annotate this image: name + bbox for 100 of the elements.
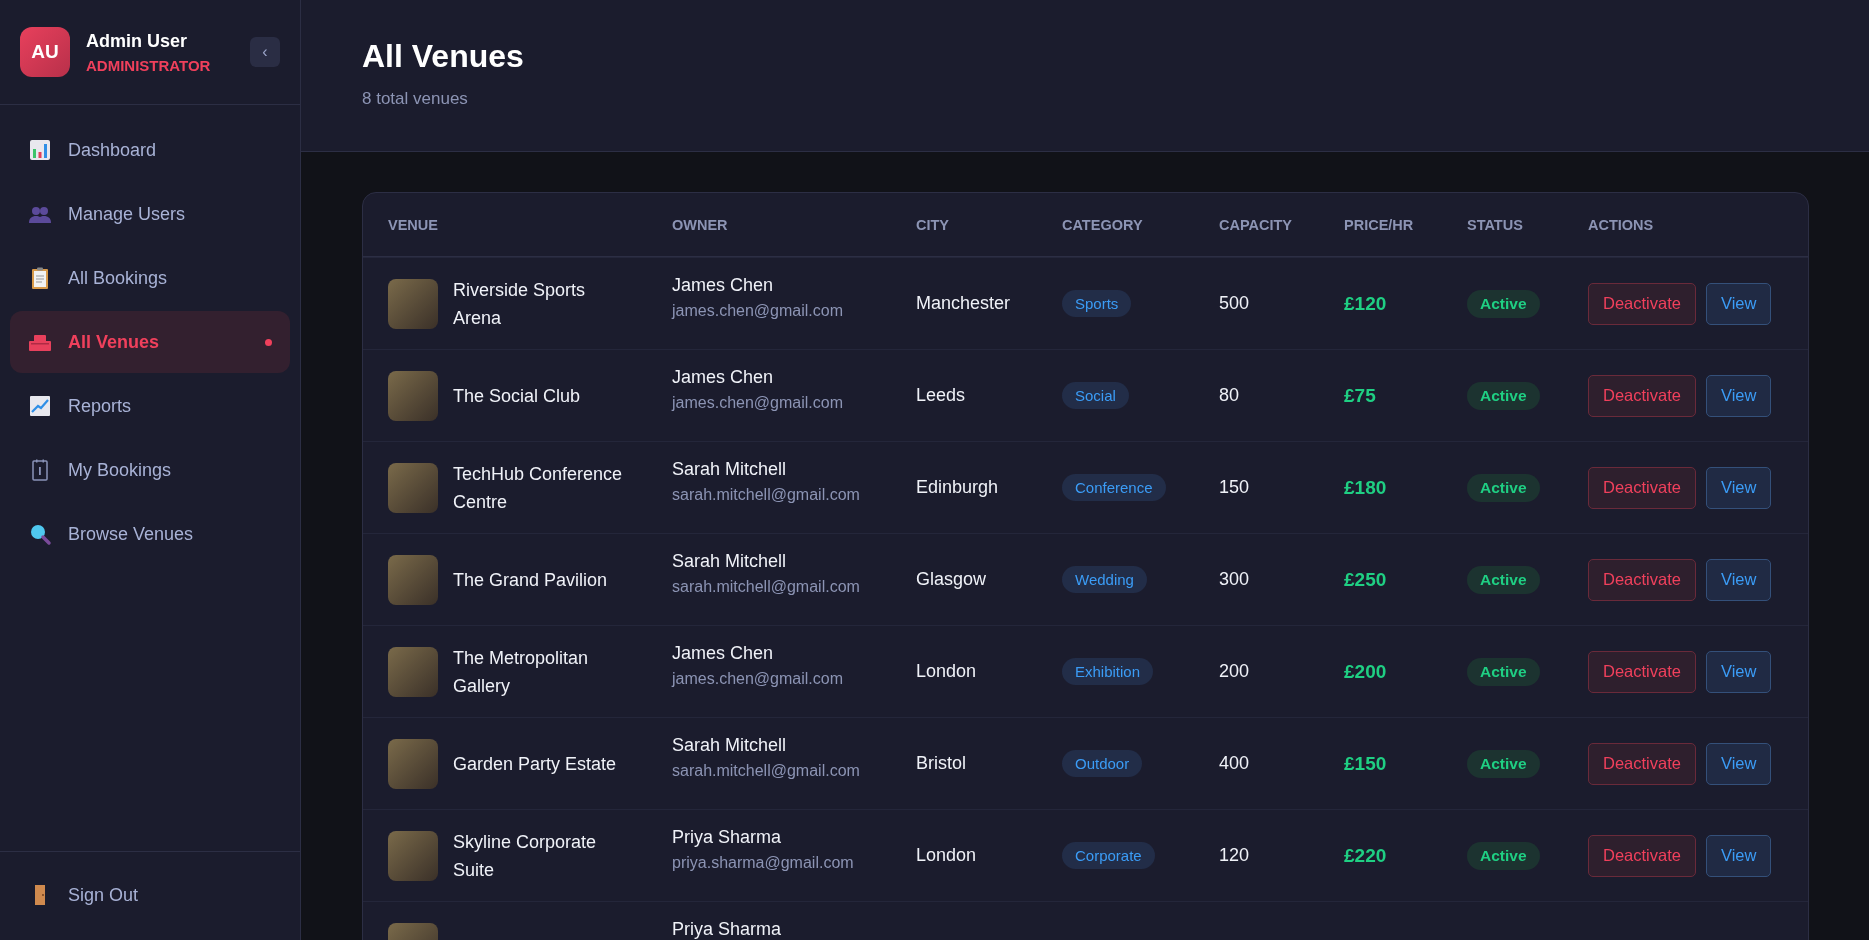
city: Bristol bbox=[916, 753, 966, 773]
photo-placeholder bbox=[388, 370, 438, 421]
deactivate-button[interactable]: Deactivate bbox=[1588, 742, 1696, 785]
column-header: CAPACITY bbox=[1219, 216, 1294, 233]
sign-out-link[interactable]: Sign Out bbox=[10, 864, 290, 926]
avatar: AU bbox=[20, 27, 70, 77]
status-tag: Active bbox=[1467, 289, 1540, 318]
city: Glasgow bbox=[916, 569, 987, 589]
owner-name: Sarah Mitchell bbox=[672, 458, 788, 480]
capacity: 500 bbox=[1219, 293, 1250, 313]
city: London bbox=[916, 845, 977, 865]
nav-item[interactable]: Dashboard bbox=[10, 119, 290, 181]
active-dot bbox=[265, 338, 272, 346]
owner-name: Sarah Mitchell bbox=[672, 734, 788, 756]
capacity: 300 bbox=[1219, 569, 1250, 589]
photo-placeholder bbox=[388, 278, 438, 329]
photo-placeholder bbox=[388, 738, 438, 789]
deactivate-button[interactable]: Deactivate bbox=[1588, 282, 1696, 325]
city: London bbox=[916, 661, 977, 681]
owner-email: james.chen@gmail.com bbox=[672, 393, 844, 412]
nav-item[interactable]: My Bookings bbox=[10, 439, 290, 501]
column-header: STATUS bbox=[1467, 216, 1524, 233]
photo-placeholder bbox=[388, 554, 438, 605]
status-tag: Active bbox=[1467, 841, 1540, 870]
capacity: 150 bbox=[1219, 477, 1250, 497]
venue-name: The Metropolitan Gallery bbox=[453, 646, 590, 698]
city: Leeds bbox=[916, 385, 966, 405]
nav-item[interactable]: All Venues bbox=[10, 311, 290, 373]
view-button[interactable]: View bbox=[1705, 558, 1772, 601]
category-tag: Corporate bbox=[1062, 842, 1155, 869]
view-button[interactable]: View bbox=[1705, 374, 1772, 417]
price: £250 bbox=[1344, 568, 1387, 590]
nav-item[interactable]: All Bookings bbox=[10, 247, 290, 309]
owner-email: priya.sharma@gmail.com bbox=[672, 853, 855, 872]
venue-name: The Grand Pavilion bbox=[453, 568, 608, 592]
column-header: OWNER bbox=[672, 216, 729, 233]
status-tag: Active bbox=[1467, 749, 1540, 778]
price: £120 bbox=[1344, 292, 1387, 314]
price: £220 bbox=[1344, 844, 1387, 866]
capacity: 80 bbox=[1219, 385, 1240, 405]
owner-email: sarah.mitchell@gmail.com bbox=[672, 577, 861, 596]
page-title: All Venues bbox=[362, 38, 525, 75]
view-button[interactable]: View bbox=[1705, 834, 1772, 877]
city: Edinburgh bbox=[916, 477, 999, 497]
collapse-button[interactable]: ‹ bbox=[250, 37, 280, 67]
capacity: 400 bbox=[1219, 753, 1250, 773]
deactivate-button[interactable]: Deactivate bbox=[1588, 558, 1696, 601]
view-button[interactable]: View bbox=[1705, 742, 1772, 785]
user-role: ADMINISTRATOR bbox=[86, 56, 212, 74]
owner-name: Priya Sharma bbox=[672, 918, 783, 940]
column-header: CITY bbox=[916, 216, 951, 233]
column-header: PRICE/HR bbox=[1344, 216, 1415, 233]
category-tag: Outdoor bbox=[1062, 750, 1143, 777]
owner-name: James Chen bbox=[672, 274, 775, 296]
status-tag: Active bbox=[1467, 657, 1540, 686]
user-name: Admin User bbox=[86, 30, 189, 52]
category-tag: Sports bbox=[1062, 290, 1132, 317]
price: £150 bbox=[1344, 752, 1387, 774]
status-tag: Active bbox=[1467, 381, 1540, 410]
view-button[interactable]: View bbox=[1705, 282, 1772, 325]
owner-email: james.chen@gmail.com bbox=[672, 301, 844, 320]
deactivate-button[interactable]: Deactivate bbox=[1588, 650, 1696, 693]
category-tag: Exhibition bbox=[1062, 658, 1154, 685]
venue-name: TechHub Conference Centre bbox=[453, 462, 624, 514]
city: Manchester bbox=[916, 293, 1011, 313]
view-button[interactable]: View bbox=[1705, 466, 1772, 509]
nav-item[interactable]: Browse Venues bbox=[10, 503, 290, 565]
photo-placeholder bbox=[388, 462, 438, 513]
deactivate-button[interactable]: Deactivate bbox=[1588, 374, 1696, 417]
view-button[interactable]: View bbox=[1705, 650, 1772, 693]
owner-name: James Chen bbox=[672, 642, 775, 664]
owner-name: James Chen bbox=[672, 366, 775, 388]
owner-email: sarah.mitchell@gmail.com bbox=[672, 485, 861, 504]
photo-placeholder bbox=[388, 646, 438, 697]
nav-item[interactable]: Reports bbox=[10, 375, 290, 437]
venue-name: Riverside Sports Arena bbox=[453, 278, 587, 330]
status-tag: Active bbox=[1467, 565, 1540, 594]
column-header: VENUE bbox=[388, 216, 439, 233]
status-tag: Active bbox=[1467, 473, 1540, 502]
column-header: ACTIONS bbox=[1588, 216, 1655, 233]
price: £200 bbox=[1344, 660, 1387, 682]
price: £75 bbox=[1344, 384, 1376, 406]
bar-chart-icon bbox=[28, 138, 52, 162]
capacity: 200 bbox=[1219, 661, 1250, 681]
venue-name: Garden Party Estate bbox=[453, 752, 617, 776]
venue-name: The Social Club bbox=[453, 384, 581, 408]
nav-item[interactable]: Manage Users bbox=[10, 183, 290, 245]
photo-placeholder bbox=[388, 830, 438, 881]
venue-count: 8 total venues bbox=[362, 89, 469, 109]
trend-chart-icon bbox=[28, 394, 52, 418]
category-tag: Conference bbox=[1062, 474, 1166, 501]
owner-name: Priya Sharma bbox=[672, 826, 783, 848]
owner-email: sarah.mitchell@gmail.com bbox=[672, 761, 861, 780]
category-tag: Wedding bbox=[1062, 566, 1147, 593]
column-header: CATEGORY bbox=[1062, 216, 1144, 233]
search-icon bbox=[28, 522, 52, 546]
deactivate-button[interactable]: Deactivate bbox=[1588, 834, 1696, 877]
deactivate-button[interactable]: Deactivate bbox=[1588, 466, 1696, 509]
owner-email: james.chen@gmail.com bbox=[672, 669, 844, 688]
price: £180 bbox=[1344, 476, 1387, 498]
